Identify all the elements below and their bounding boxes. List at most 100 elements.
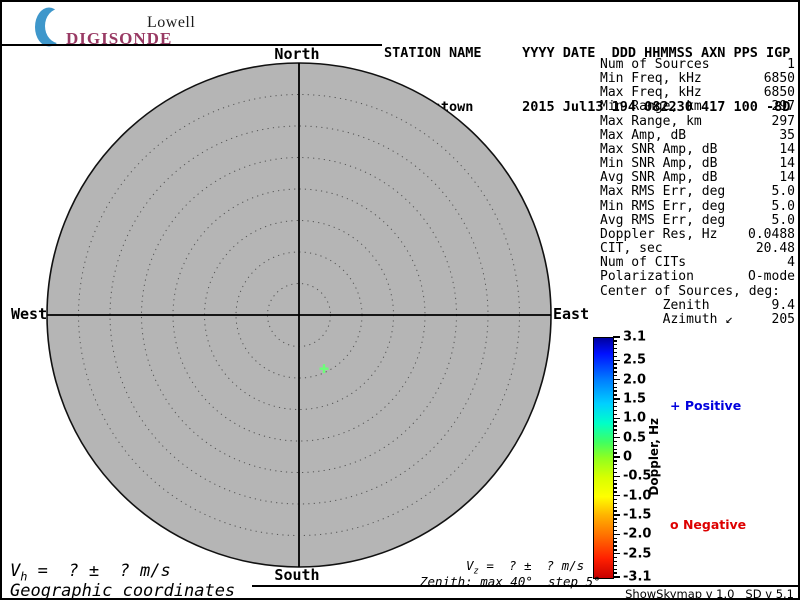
colorbar-minor-tick — [613, 464, 617, 466]
colorbar-minor-tick — [613, 367, 617, 369]
colorbar-minor-tick — [613, 409, 617, 412]
stat-row: Azimuth ↙ 205 — [600, 312, 795, 327]
stat-row: Min SNR Amp, dB 14 — [600, 156, 795, 172]
stat-row: Num of CITs 4 — [600, 256, 795, 270]
colorbar-minor-tick — [613, 394, 617, 396]
stat-label: CIT, sec — [600, 241, 663, 257]
colorbar-minor-tick — [613, 471, 617, 474]
stat-row: Max Freq, kHz 6850 — [600, 86, 795, 100]
negative-legend: o Negative — [670, 517, 747, 532]
colorbar-minor-tick — [613, 529, 617, 532]
stat-row: Num of Sources 1 — [600, 57, 795, 72]
stat-row: Max Amp, dB 35 — [600, 128, 795, 143]
colorbar-tick-label: 1.5 — [623, 391, 647, 407]
positive-legend: + Positive — [670, 398, 742, 413]
stat-value: 14 — [779, 170, 795, 186]
colorbar-minor-tick — [613, 479, 617, 481]
colorbar-major-tick — [613, 417, 620, 419]
colorbar-minor-tick — [613, 541, 617, 543]
colorbar-minor-tick — [613, 344, 617, 346]
colorbar-minor-tick — [613, 433, 617, 435]
colorbar-minor-tick — [613, 506, 617, 508]
stat-row: Min Freq, kHz 6850 — [600, 72, 795, 86]
compass-west-label: West — [11, 305, 48, 323]
colorbar-minor-tick — [613, 510, 617, 512]
colorbar-major-tick — [613, 436, 620, 439]
colorbar-tick-label: 1.0 — [623, 410, 647, 426]
colorbar-minor-tick — [613, 351, 617, 354]
stat-value: 5.0 — [771, 212, 795, 228]
colorbar-tick-label: 3.1 — [623, 329, 647, 345]
stat-row: Min RMS Err, deg 5.0 — [600, 198, 795, 214]
compass-south-label: South — [274, 566, 320, 584]
colorbar-minor-tick — [613, 498, 617, 501]
stat-value: 14 — [779, 141, 795, 157]
stat-label: Doppler Res, Hz — [600, 226, 718, 242]
colorbar-minor-tick — [613, 568, 617, 570]
colorbar-major-tick — [613, 576, 620, 578]
stat-label: Max Range, km — [600, 113, 702, 129]
colorbar-minor-tick — [613, 572, 617, 574]
stat-label: Min RMS Err, deg — [600, 198, 726, 214]
stat-label: Max Freq, kHz — [600, 85, 702, 101]
stat-value: 297 — [771, 99, 795, 115]
colorbar-minor-tick — [613, 375, 617, 377]
colorbar-minor-tick — [613, 483, 617, 485]
stat-value: 20.48 — [755, 241, 795, 257]
colorbar-minor-tick — [613, 560, 617, 563]
stat-value: 4 — [787, 255, 795, 271]
showskymap-window: Lowell DIGISONDE STATION NAME YYYY DATE … — [0, 0, 800, 600]
stat-row: Avg RMS Err, deg 5.0 — [600, 212, 795, 228]
stat-row: Max SNR Amp, dB 14 — [600, 141, 795, 157]
stat-label: Center of Sources, deg: — [600, 283, 781, 299]
colorbar-minor-tick — [613, 425, 617, 427]
stat-value: 297 — [771, 113, 795, 129]
zenith-range-label: Zenith: max 40° step 5° — [420, 574, 601, 589]
colorbar-minor-tick — [613, 545, 617, 547]
colorbar-minor-tick — [613, 556, 617, 559]
colorbar-minor-tick — [613, 502, 617, 505]
colorbar-tick-label: -3.1 — [623, 569, 652, 585]
colorbar-tick-label: 0 — [623, 449, 633, 465]
colorbar-title: Doppler, Hz — [647, 418, 661, 496]
stat-value: 9.4 — [771, 297, 795, 313]
stat-label: Num of CITs — [600, 255, 687, 271]
colorbar-major-tick — [613, 475, 620, 478]
stat-label: Max SNR Amp, dB — [600, 141, 718, 157]
colorbar-major-tick — [613, 514, 620, 516]
compass-east-label: East — [553, 305, 590, 323]
colorbar-minor-tick — [613, 429, 617, 431]
stat-label: Polarization — [600, 269, 694, 285]
colorbar-minor-tick — [613, 522, 617, 524]
logo-digisonde-text: DIGISONDE — [66, 29, 173, 48]
stat-row: CIT, sec 20.48 — [600, 241, 795, 257]
stat-label: Min Range, km — [600, 99, 702, 115]
colorbar-tick-label: 2.0 — [623, 372, 647, 388]
colorbar-minor-tick — [613, 564, 617, 567]
colorbar-major-tick — [613, 553, 620, 555]
colorbar-ticks: 3.1 2.5 2.0 1.5 1.0 0.5 0 -0.5 -1.0 -1.5 -2.0 -2.5-… — [613, 330, 798, 585]
colorbar-major-tick — [613, 398, 620, 400]
stat-row: Doppler Res, Hz 0.0488 — [600, 226, 795, 242]
colorbar-tick-label: 2.5 — [623, 352, 647, 368]
compass-north-label: North — [274, 45, 320, 63]
colorbar-minor-tick — [613, 467, 617, 470]
stat-value: O-mode — [748, 269, 795, 285]
colorbar-major-tick — [613, 533, 620, 536]
version-label: ShowSkymap v 1.0 SD v 5.1 — [625, 587, 794, 600]
stat-value: 6850 — [763, 85, 795, 101]
colorbar-minor-tick — [613, 525, 617, 528]
stat-value: 1 — [787, 57, 795, 72]
stat-value: 14 — [779, 156, 795, 172]
stat-label: Avg RMS Err, deg — [600, 212, 726, 228]
stat-label: Avg SNR Amp, dB — [600, 170, 718, 186]
colorbar-minor-tick — [613, 402, 617, 404]
colorbar-minor-tick — [613, 537, 617, 539]
colorbar-minor-tick — [613, 460, 617, 462]
colorbar-minor-tick — [613, 491, 617, 493]
stat-row: Max RMS Err, deg 5.0 — [600, 185, 795, 199]
header-divider — [2, 44, 382, 46]
skymap-svg — [46, 62, 552, 568]
stat-label: Num of Sources — [600, 57, 710, 72]
colorbar-minor-tick — [613, 549, 617, 551]
